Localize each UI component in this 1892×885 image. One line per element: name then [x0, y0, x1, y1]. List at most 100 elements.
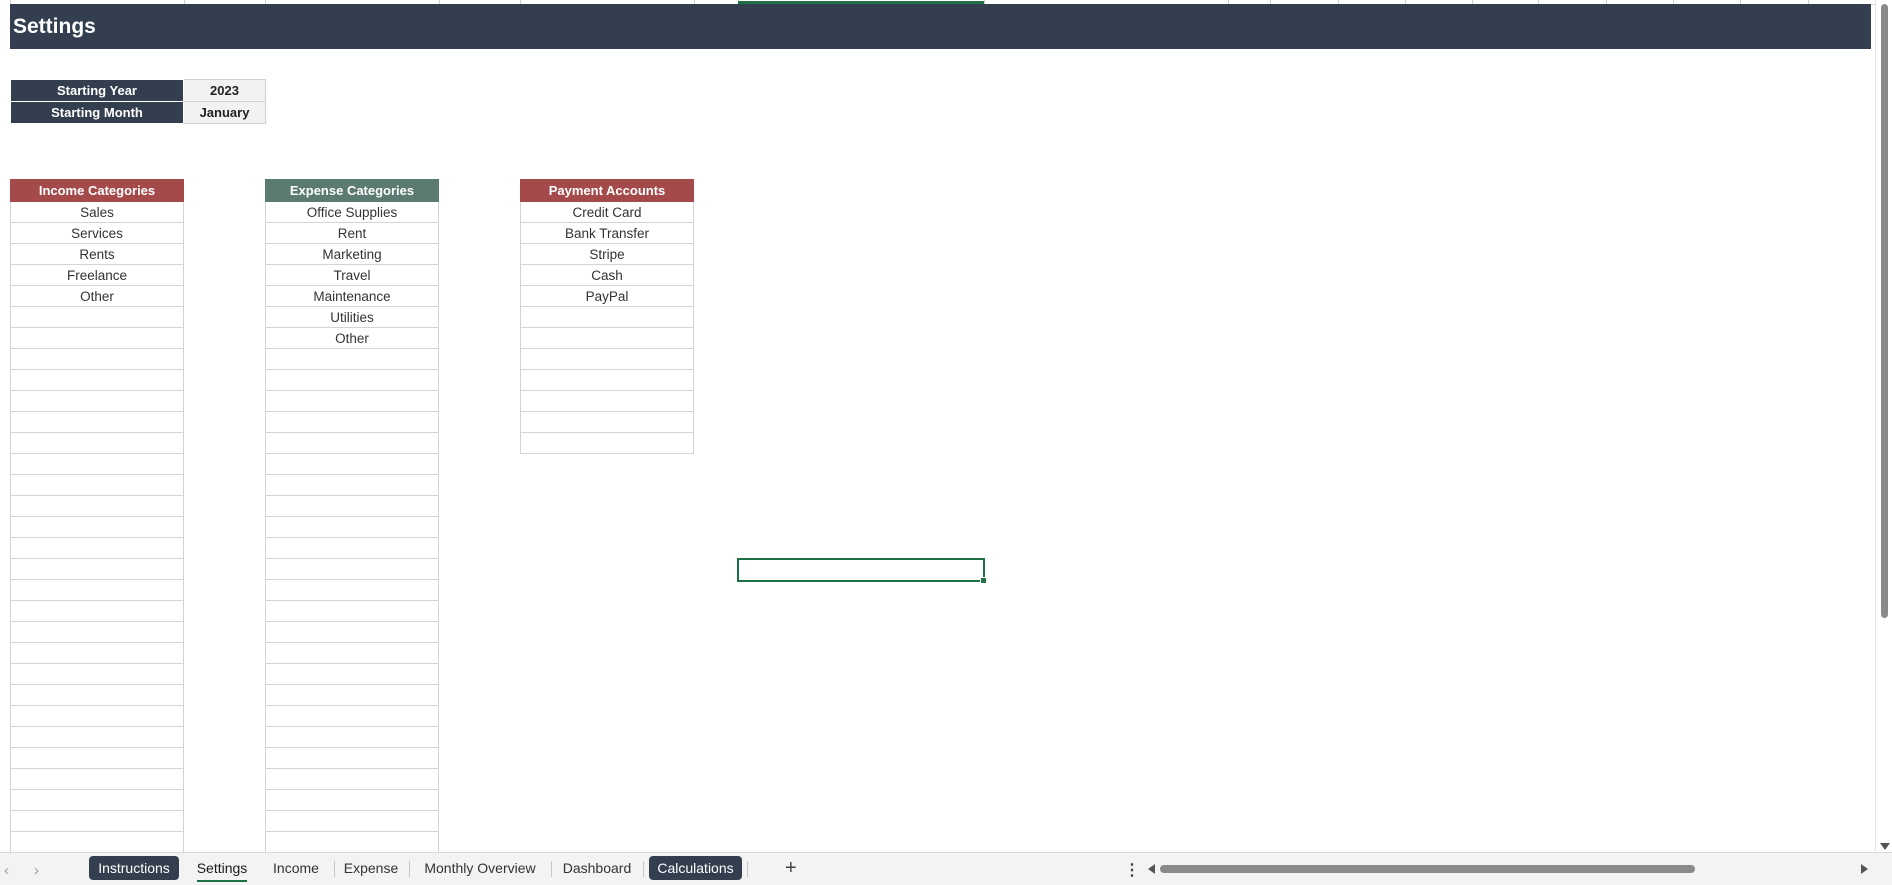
expense-item[interactable]: Travel: [265, 265, 439, 286]
expense-empty-cell[interactable]: [265, 811, 439, 832]
income-empty-cell[interactable]: [10, 832, 184, 853]
income-empty-cell[interactable]: [10, 769, 184, 790]
horizontal-scrollbar[interactable]: [1148, 862, 1868, 876]
income-empty-cell[interactable]: [10, 433, 184, 454]
income-empty-cell[interactable]: [10, 454, 184, 475]
payment-accounts-list: Payment Accounts Credit Card Bank Transfe…: [520, 179, 694, 454]
scroll-left-arrow-icon[interactable]: [1148, 864, 1155, 874]
expense-empty-cell[interactable]: [265, 601, 439, 622]
expense-empty-cell[interactable]: [265, 391, 439, 412]
income-empty-cell[interactable]: [10, 706, 184, 727]
add-sheet-icon[interactable]: +: [785, 857, 797, 880]
more-options-icon[interactable]: ⋮: [1124, 860, 1140, 880]
expense-empty-cell[interactable]: [265, 706, 439, 727]
income-empty-cell[interactable]: [10, 517, 184, 538]
income-empty-cell[interactable]: [10, 496, 184, 517]
income-empty-cell[interactable]: [10, 412, 184, 433]
expense-empty-cell[interactable]: [265, 517, 439, 538]
expense-empty-cell[interactable]: [265, 748, 439, 769]
expense-empty-cell[interactable]: [265, 685, 439, 706]
expense-empty-cell[interactable]: [265, 538, 439, 559]
expense-categories-header: Expense Categories: [265, 179, 439, 202]
expense-empty-cell[interactable]: [265, 790, 439, 811]
expense-item[interactable]: Office Supplies: [265, 202, 439, 223]
income-empty-cell[interactable]: [10, 391, 184, 412]
income-empty-cell[interactable]: [10, 811, 184, 832]
income-item[interactable]: Rents: [10, 244, 184, 265]
income-empty-cell[interactable]: [10, 538, 184, 559]
tab-income[interactable]: Income: [264, 856, 328, 880]
payment-item[interactable]: Cash: [520, 265, 694, 286]
tab-monthly-overview[interactable]: Monthly Overview: [412, 856, 548, 880]
scroll-right-arrow-icon[interactable]: [1861, 864, 1868, 874]
income-item[interactable]: Sales: [10, 202, 184, 223]
starting-year-cell[interactable]: 2023: [183, 79, 266, 102]
expense-empty-cell[interactable]: [265, 643, 439, 664]
expense-empty-cell[interactable]: [265, 496, 439, 517]
tab-instructions[interactable]: Instructions: [89, 856, 179, 880]
expense-empty-cell[interactable]: [265, 370, 439, 391]
income-empty-cell[interactable]: [10, 580, 184, 601]
expense-empty-cell[interactable]: [265, 475, 439, 496]
income-empty-cell[interactable]: [10, 790, 184, 811]
income-empty-cell[interactable]: [10, 328, 184, 349]
expense-item[interactable]: Rent: [265, 223, 439, 244]
income-empty-cell[interactable]: [10, 727, 184, 748]
tab-dashboard[interactable]: Dashboard: [554, 856, 640, 880]
income-item[interactable]: Freelance: [10, 265, 184, 286]
income-empty-cell[interactable]: [10, 559, 184, 580]
expense-empty-cell[interactable]: [265, 622, 439, 643]
tab-expense[interactable]: Expense: [337, 856, 405, 880]
starting-month-cell[interactable]: January: [183, 101, 266, 124]
expense-item[interactable]: Other: [265, 328, 439, 349]
expense-empty-cell[interactable]: [265, 727, 439, 748]
payment-empty-cell[interactable]: [520, 370, 694, 391]
next-sheet-arrow-icon[interactable]: ›: [34, 862, 39, 879]
prev-sheet-arrow-icon[interactable]: ‹: [4, 862, 9, 879]
income-empty-cell[interactable]: [10, 307, 184, 328]
payment-item[interactable]: PayPal: [520, 286, 694, 307]
income-empty-cell[interactable]: [10, 622, 184, 643]
payment-empty-cell[interactable]: [520, 433, 694, 454]
expense-item[interactable]: Marketing: [265, 244, 439, 265]
income-empty-cell[interactable]: [10, 664, 184, 685]
scroll-down-arrow-icon[interactable]: [1880, 843, 1890, 850]
expense-item[interactable]: Utilities: [265, 307, 439, 328]
expense-empty-cell[interactable]: [265, 412, 439, 433]
selected-cell[interactable]: [737, 558, 987, 584]
expense-item[interactable]: Maintenance: [265, 286, 439, 307]
income-empty-cell[interactable]: [10, 685, 184, 706]
tab-settings[interactable]: Settings: [187, 854, 257, 882]
income-item[interactable]: Other: [10, 286, 184, 307]
tab-calculations[interactable]: Calculations: [649, 856, 742, 880]
expense-empty-cell[interactable]: [265, 454, 439, 475]
expense-empty-cell[interactable]: [265, 559, 439, 580]
expense-empty-cell[interactable]: [265, 832, 439, 853]
income-empty-cell[interactable]: [10, 349, 184, 370]
starting-year-row: Starting Year 2023: [10, 79, 266, 102]
payment-empty-cell[interactable]: [520, 328, 694, 349]
income-item[interactable]: Services: [10, 223, 184, 244]
payment-empty-cell[interactable]: [520, 307, 694, 328]
expense-empty-cell[interactable]: [265, 769, 439, 790]
payment-item[interactable]: Stripe: [520, 244, 694, 265]
income-empty-cell[interactable]: [10, 601, 184, 622]
payment-item[interactable]: Bank Transfer: [520, 223, 694, 244]
expense-empty-cell[interactable]: [265, 433, 439, 454]
income-categories-list: Income Categories Sales Services Rents Free…: [10, 179, 184, 853]
payment-item[interactable]: Credit Card: [520, 202, 694, 223]
payment-empty-cell[interactable]: [520, 349, 694, 370]
vertical-scroll-thumb[interactable]: [1881, 4, 1888, 618]
fill-handle[interactable]: [980, 577, 987, 584]
payment-empty-cell[interactable]: [520, 391, 694, 412]
income-empty-cell[interactable]: [10, 475, 184, 496]
vertical-scrollbar[interactable]: [1875, 0, 1892, 852]
payment-empty-cell[interactable]: [520, 412, 694, 433]
income-empty-cell[interactable]: [10, 370, 184, 391]
expense-empty-cell[interactable]: [265, 664, 439, 685]
income-empty-cell[interactable]: [10, 643, 184, 664]
income-empty-cell[interactable]: [10, 748, 184, 769]
expense-empty-cell[interactable]: [265, 580, 439, 601]
horizontal-scroll-thumb[interactable]: [1160, 865, 1695, 873]
expense-empty-cell[interactable]: [265, 349, 439, 370]
